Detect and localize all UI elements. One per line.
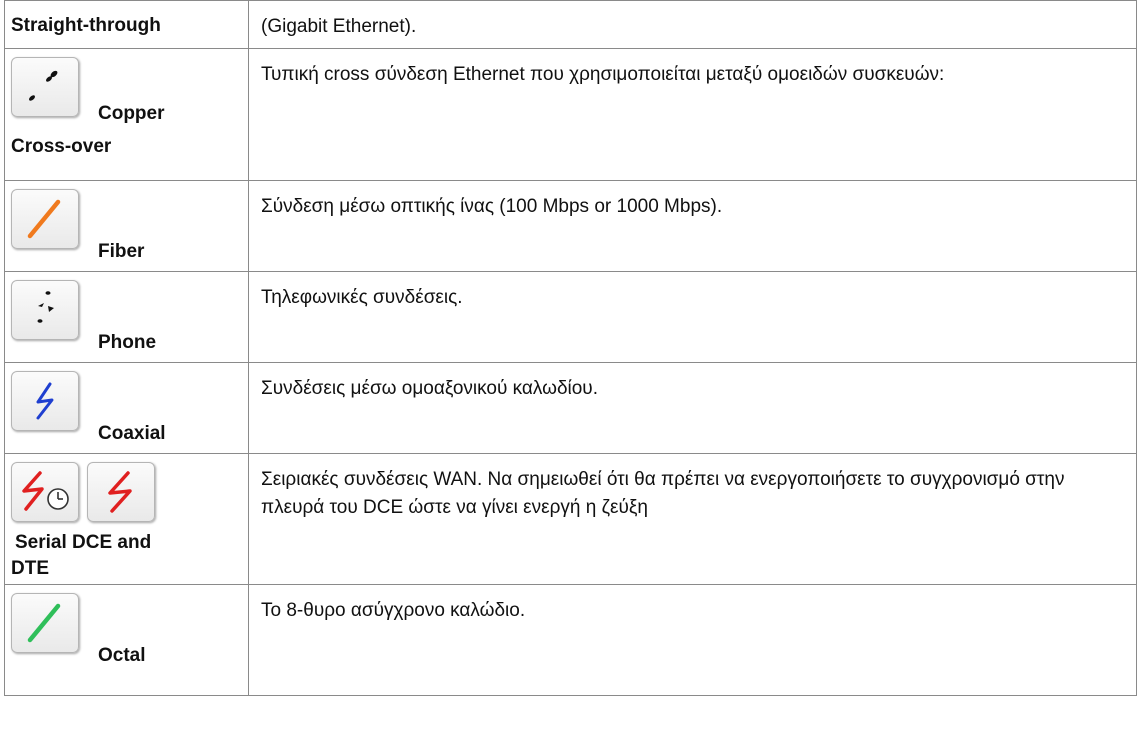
cable-description: Σειριακές συνδέσεις WAN. Να σημειωθεί ότ… xyxy=(261,469,1065,518)
copper-cross-over-cable-icon[interactable] xyxy=(11,57,79,117)
cable-name-cell: Serial DCE and DTE xyxy=(4,453,249,585)
cable-description: (Gigabit Ethernet). xyxy=(261,16,417,37)
coaxial-cable-icon[interactable] xyxy=(11,371,79,431)
table-row: Coaxial Συνδέσεις μέσω ομοαξονικού καλωδ… xyxy=(4,362,1137,454)
serial-dte-cable-icon[interactable] xyxy=(87,462,155,522)
cable-name-cell: Octal xyxy=(4,584,249,696)
cable-description-cell: Συνδέσεις μέσω ομοαξονικού καλωδίου. xyxy=(248,362,1137,454)
table-row: Serial DCE and DTE Σειριακές συνδέσεις W… xyxy=(4,453,1137,585)
cable-description: Το 8-θυρο ασύγχρονο καλώδιο. xyxy=(261,600,526,621)
table-row: Phone Τηλεφωνικές συνδέσεις. xyxy=(4,271,1137,363)
serial-dce-cable-icon[interactable] xyxy=(11,462,79,522)
cable-description-cell: (Gigabit Ethernet). xyxy=(248,0,1137,49)
cable-name-cell: Phone xyxy=(4,271,249,363)
phone-cable-icon[interactable] xyxy=(11,280,79,340)
cable-name-cell: Coaxial xyxy=(4,362,249,454)
octal-cable-icon[interactable] xyxy=(11,593,79,653)
cable-description-cell: Σειριακές συνδέσεις WAN. Να σημειωθεί ότ… xyxy=(248,453,1137,585)
table-row: Straight-through (Gigabit Ethernet). xyxy=(4,0,1137,49)
cable-description-cell: Το 8-θυρο ασύγχρονο καλώδιο. xyxy=(248,584,1137,696)
cable-name: Octal xyxy=(98,645,146,666)
cable-name-line2: Cross-over xyxy=(11,136,112,157)
cable-description-cell: Τηλεφωνικές συνδέσεις. xyxy=(248,271,1137,363)
table-row: Octal Το 8-θυρο ασύγχρονο καλώδιο. xyxy=(4,584,1137,696)
cable-types-table: Straight-through (Gigabit Ethernet). Cop… xyxy=(4,0,1137,696)
cable-name-line2: DTE xyxy=(11,558,49,579)
cable-name-cell: Fiber xyxy=(4,180,249,272)
cable-description-cell: Τυπική cross σύνδεση Ethernet που χρησιμ… xyxy=(248,48,1137,181)
cable-description: Σύνδεση μέσω οπτικής ίνας (100 Mbps or 1… xyxy=(261,196,723,217)
cable-name-cell: Straight-through xyxy=(4,0,249,49)
cable-name: Fiber xyxy=(98,241,145,262)
cable-name: Phone xyxy=(98,332,157,353)
cable-name-cell: Copper Cross-over xyxy=(4,48,249,181)
cable-name: Coaxial xyxy=(98,423,166,444)
cable-description: Τυπική cross σύνδεση Ethernet που χρησιμ… xyxy=(261,64,945,85)
cable-name-line1: Copper xyxy=(98,103,165,124)
cable-name-line1: Serial DCE and xyxy=(15,532,152,553)
cable-description-cell: Σύνδεση μέσω οπτικής ίνας (100 Mbps or 1… xyxy=(248,180,1137,272)
fiber-cable-icon[interactable] xyxy=(11,189,79,249)
cable-description: Τηλεφωνικές συνδέσεις. xyxy=(261,287,463,308)
cable-name: Straight-through xyxy=(11,15,161,36)
table-row: Fiber Σύνδεση μέσω οπτικής ίνας (100 Mbp… xyxy=(4,180,1137,272)
table-row: Copper Cross-over Τυπική cross σύνδεση E… xyxy=(4,48,1137,181)
cable-description: Συνδέσεις μέσω ομοαξονικού καλωδίου. xyxy=(261,378,598,399)
